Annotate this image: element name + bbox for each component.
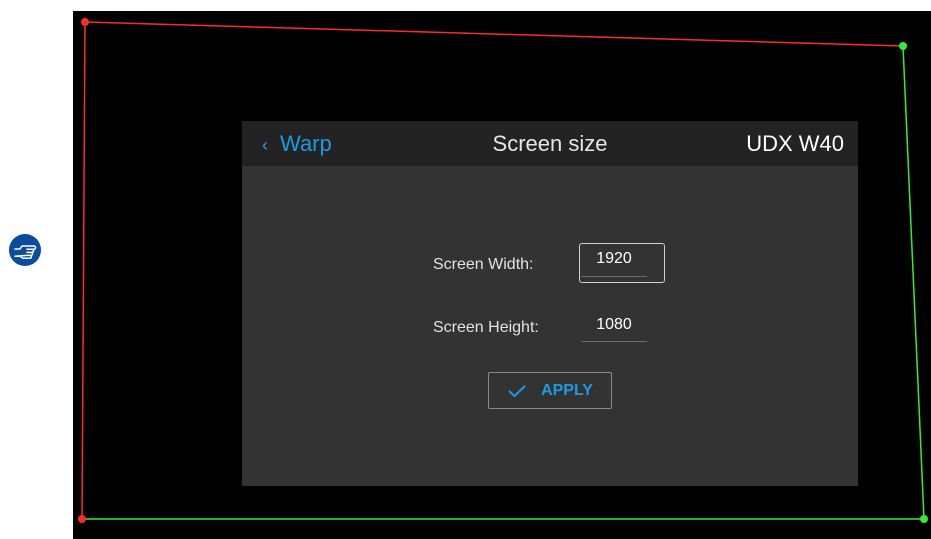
device-name: UDX W40 bbox=[746, 131, 844, 156]
apply-label: APPLY bbox=[541, 381, 593, 399]
screen-height-underline bbox=[581, 341, 647, 342]
panel-header: ‹ Warp Screen size UDX W40 bbox=[242, 121, 858, 166]
screen-size-panel: ‹ Warp Screen size UDX W40 Screen Width: … bbox=[242, 121, 858, 486]
screen-width-label: Screen Width: bbox=[433, 256, 534, 273]
checkmark-icon bbox=[508, 384, 526, 397]
screen-height-input[interactable]: 1080 bbox=[581, 316, 647, 334]
pointing-hand-icon bbox=[9, 234, 41, 266]
screen-height-label: Screen Height: bbox=[433, 319, 539, 336]
screen-width-underline bbox=[581, 276, 647, 277]
apply-button[interactable]: APPLY bbox=[488, 372, 612, 409]
screen-width-value[interactable]: 1920 bbox=[581, 250, 647, 268]
